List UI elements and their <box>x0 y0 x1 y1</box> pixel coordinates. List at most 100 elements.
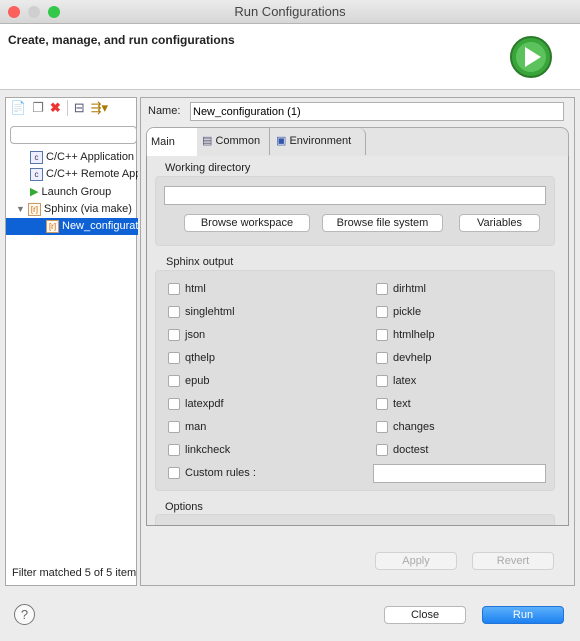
custom-rules-checkbox[interactable]: Custom rules : <box>168 467 256 479</box>
sphinx-output-label: Sphinx output <box>166 256 234 268</box>
checkbox[interactable] <box>168 398 180 410</box>
checkbox-latexpdf[interactable]: latexpdf <box>168 398 224 410</box>
minimize-window-button[interactable] <box>28 6 40 18</box>
expand-arrow-icon[interactable]: ▼ <box>16 204 25 214</box>
checkbox-label: changes <box>393 421 435 433</box>
close-window-button[interactable] <box>8 6 20 18</box>
tree-item-sphinx[interactable]: ▼ [r] Sphinx (via make) <box>6 201 138 218</box>
c-icon: c <box>30 150 43 164</box>
checkbox[interactable] <box>376 375 388 387</box>
checkbox-label: epub <box>185 375 210 387</box>
tree-item-c-application[interactable]: c C/C++ Application <box>6 149 138 166</box>
tab-label: Main <box>151 136 175 148</box>
checkbox[interactable] <box>168 467 180 479</box>
checkbox[interactable] <box>376 444 388 456</box>
sphinx-icon: [r] <box>27 202 41 216</box>
filter-icon[interactable]: ⇶▾ <box>91 100 108 116</box>
checkbox-label: qthelp <box>185 352 215 364</box>
tree-item-new-configuration[interactable]: [r]New_configuration (1) <box>6 218 138 235</box>
checkbox-label: man <box>185 421 207 433</box>
checkbox[interactable] <box>168 375 180 387</box>
checkbox-linkcheck[interactable]: linkcheck <box>168 444 230 456</box>
sphinx-output-group <box>155 270 555 491</box>
custom-rules-label: Custom rules : <box>185 467 256 479</box>
checkbox-dirhtml[interactable]: dirhtml <box>376 283 426 295</box>
working-directory-input[interactable] <box>164 186 546 205</box>
checkbox[interactable] <box>168 444 180 456</box>
name-label: Name: <box>148 105 181 117</box>
close-button[interactable]: Close <box>384 606 466 624</box>
left-toolbar: 📄 ❐ ✖ ⊟ ⇶▾ <box>10 100 108 116</box>
tree-item-c-remote[interactable]: cC/C++ Remote Application <box>6 166 138 183</box>
checkbox-label: doctest <box>393 444 429 456</box>
checkbox-doctest[interactable]: doctest <box>376 444 428 456</box>
checkbox-text[interactable]: text <box>376 398 411 410</box>
checkbox[interactable] <box>376 421 388 433</box>
apply-button[interactable]: Apply <box>375 552 457 570</box>
collapse-all-icon[interactable]: ⊟ <box>74 100 85 116</box>
checkbox-pickle[interactable]: pickle <box>376 306 421 318</box>
checkbox-devhelp[interactable]: devhelp <box>376 352 432 364</box>
table-icon: ▤ <box>202 135 216 147</box>
checkbox-json[interactable]: json <box>168 329 205 341</box>
zoom-window-button[interactable] <box>48 6 60 18</box>
browse-workspace-button[interactable]: Browse workspace <box>184 214 310 232</box>
help-icon[interactable]: ? <box>14 604 35 625</box>
tab-main[interactable]: Main <box>147 128 197 156</box>
tree-item-label: Sphinx (via make) <box>43 203 132 215</box>
tree-item-label: Launch Group <box>41 186 112 198</box>
checkbox[interactable] <box>168 329 180 341</box>
filter-input[interactable] <box>10 126 137 144</box>
checkbox[interactable] <box>168 352 180 364</box>
delete-icon[interactable]: ✖ <box>50 100 61 116</box>
filter-status: Filter matched 5 of 5 items <box>12 567 136 579</box>
browse-file-system-button[interactable]: Browse file system <box>322 214 443 232</box>
dialog-title: Create, manage, and run configurations <box>8 33 235 47</box>
checkbox[interactable] <box>168 421 180 433</box>
checkbox[interactable] <box>376 329 388 341</box>
tree-item-label: New_configuration (1) <box>62 220 138 232</box>
checkbox-label: latexpdf <box>185 398 224 410</box>
working-directory-label: Working directory <box>165 162 251 174</box>
tab-environment[interactable]: ▣ Environment <box>271 128 366 155</box>
checkbox-man[interactable]: man <box>168 421 206 433</box>
tab-label: Environment <box>289 135 352 147</box>
checkbox[interactable] <box>168 306 180 318</box>
run-play-icon <box>510 36 552 78</box>
new-config-icon[interactable]: 📄 <box>10 100 26 116</box>
checkbox-singlehtml[interactable]: singlehtml <box>168 306 235 318</box>
checkbox-htmlhelp[interactable]: htmlhelp <box>376 329 435 341</box>
c-icon: c <box>30 167 43 181</box>
checkbox-changes[interactable]: changes <box>376 421 435 433</box>
checkbox-label: devhelp <box>393 352 432 364</box>
tree-item-label: C/C++ Remote Application <box>46 168 138 180</box>
duplicate-icon[interactable]: ❐ <box>32 100 44 116</box>
run-button[interactable]: Run <box>482 606 564 624</box>
options-label: Options <box>165 501 203 513</box>
checkbox[interactable] <box>376 398 388 410</box>
checkbox[interactable] <box>376 283 388 295</box>
checkbox-label: text <box>393 398 411 410</box>
checkbox-label: html <box>185 283 206 295</box>
checkbox-html[interactable]: html <box>168 283 206 295</box>
dialog-header: Create, manage, and run configurations <box>0 24 580 90</box>
checkbox-label: dirhtml <box>393 283 427 295</box>
custom-rules-input[interactable] <box>373 464 546 483</box>
checkbox[interactable] <box>376 352 388 364</box>
checkbox-label: linkcheck <box>185 444 231 456</box>
checkbox-latex[interactable]: latex <box>376 375 416 387</box>
options-group <box>155 514 555 525</box>
name-input[interactable] <box>190 102 564 121</box>
checkbox[interactable] <box>168 283 180 295</box>
sphinx-icon: [r] <box>46 219 59 233</box>
tree-item-label: C/C++ Application <box>46 151 135 163</box>
checkbox-qthelp[interactable]: qthelp <box>168 352 215 364</box>
tab-label: Common <box>215 135 261 147</box>
checkbox-label: pickle <box>393 306 422 318</box>
variables-button[interactable]: Variables <box>459 214 540 232</box>
revert-button[interactable]: Revert <box>472 552 554 570</box>
tree-item-launch-group[interactable]: ▶ Launch Group <box>6 184 138 201</box>
checkbox[interactable] <box>376 306 388 318</box>
checkbox-epub[interactable]: epub <box>168 375 209 387</box>
tab-common[interactable]: ▤ Common <box>198 128 270 155</box>
